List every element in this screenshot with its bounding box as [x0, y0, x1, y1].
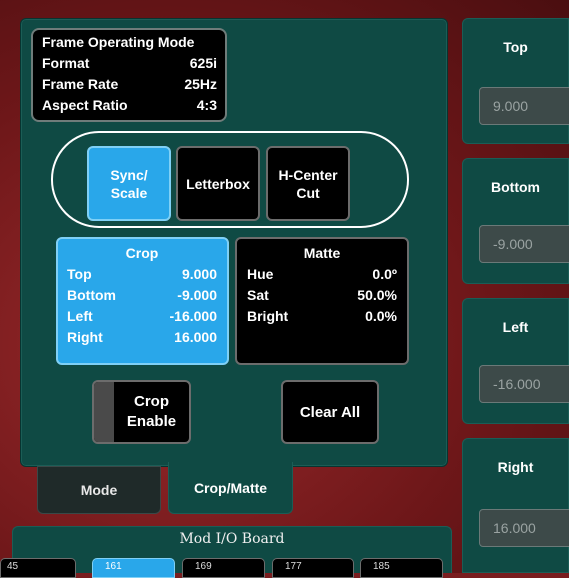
matte-value: 0.0º [372, 266, 397, 282]
fom-value: 4:3 [196, 97, 217, 113]
tab-mode[interactable]: Mode [37, 466, 161, 514]
matte-label: Hue [247, 266, 274, 282]
frame-operating-mode-box: Frame Operating Mode Format 625i Frame R… [31, 28, 227, 122]
crop-label: Top [67, 266, 92, 282]
mod-io-slot[interactable]: 45 [0, 558, 76, 578]
letterbox-button[interactable]: Letterbox [176, 146, 260, 221]
side-panel-top: Top 9.000 [462, 18, 569, 144]
fom-label: Aspect Ratio [42, 97, 128, 113]
crop-enable-label: Crop Enable [126, 393, 177, 430]
crop-value: 9.000 [181, 266, 217, 282]
matte-value: 50.0% [357, 287, 397, 303]
mod-io-slot[interactable]: 185 [360, 558, 443, 578]
left-value-field[interactable]: -16.000 [479, 365, 569, 403]
matte-box[interactable]: Matte Hue 0.0º Sat 50.0% Bright 0.0% [235, 237, 409, 365]
matte-row-bright: Bright 0.0% [247, 306, 397, 327]
fom-value: 625i [189, 55, 217, 71]
toggle-indicator [94, 382, 114, 442]
matte-label: Bright [247, 308, 289, 324]
fom-row-aspect-ratio: Aspect Ratio 4:3 [42, 95, 217, 116]
side-panel-left: Left -16.000 [462, 298, 569, 424]
fom-row-format: Format 625i [42, 53, 217, 74]
side-panel-right: Right 16.000 [462, 438, 569, 573]
matte-title: Matte [303, 245, 341, 261]
bottom-value-field[interactable]: -9.000 [479, 225, 569, 263]
fom-label: Frame Rate [42, 76, 119, 92]
h-center-cut-button[interactable]: H-Center Cut [266, 146, 350, 221]
clear-all-button[interactable]: Clear All [281, 380, 379, 444]
crop-box[interactable]: Crop Top 9.000 Bottom -9.000 Left -16.00… [56, 237, 229, 365]
sync-scale-button[interactable]: Sync/ Scale [87, 146, 171, 221]
matte-row-hue: Hue 0.0º [247, 264, 397, 285]
side-panel-label: Top [503, 39, 528, 55]
crop-value: -9.000 [177, 287, 217, 303]
side-panel-label: Left [502, 319, 529, 335]
crop-value: 16.000 [174, 329, 217, 345]
crop-row-right: Right 16.000 [67, 327, 217, 348]
crop-label: Right [67, 329, 103, 345]
side-panel-label: Right [497, 459, 534, 475]
crop-value: -16.000 [169, 308, 217, 324]
mod-io-slot[interactable]: 177 [272, 558, 354, 578]
fom-label: Format [42, 55, 90, 71]
crop-row-bottom: Bottom -9.000 [67, 285, 217, 306]
crop-row-top: Top 9.000 [67, 264, 217, 285]
mod-io-board-title: Mod I/O Board [179, 531, 285, 547]
crop-title: Crop [125, 245, 159, 261]
tab-crop-matte[interactable]: Crop/Matte [168, 462, 293, 514]
matte-value: 0.0% [365, 308, 397, 324]
matte-row-sat: Sat 50.0% [247, 285, 397, 306]
fom-row-frame-rate: Frame Rate 25Hz [42, 74, 217, 95]
side-panel-bottom: Bottom -9.000 [462, 158, 569, 284]
right-value-field[interactable]: 16.000 [479, 509, 569, 547]
mod-io-slot[interactable]: 169 [182, 558, 265, 578]
crop-row-left: Left -16.000 [67, 306, 217, 327]
top-value-field[interactable]: 9.000 [479, 87, 569, 125]
mod-io-slot[interactable]: 161 [92, 558, 175, 578]
crop-enable-button[interactable]: Crop Enable [92, 380, 191, 444]
crop-label: Bottom [67, 287, 116, 303]
side-panel-label: Bottom [491, 179, 540, 195]
matte-label: Sat [247, 287, 269, 303]
crop-label: Left [67, 308, 93, 324]
frame-operating-mode-title: Frame Operating Mode [42, 34, 195, 50]
fom-value: 25Hz [184, 76, 217, 92]
